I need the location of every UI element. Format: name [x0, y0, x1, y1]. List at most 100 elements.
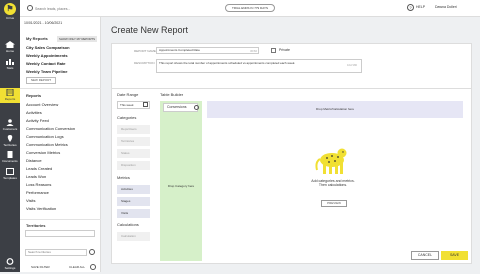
report-item[interactable]: Communication Metrics: [26, 142, 68, 147]
category-chip[interactable]: Disposition: [117, 161, 150, 170]
report-name-label: REPORT NAME: [134, 49, 156, 53]
date-range-title: Date Range: [117, 92, 139, 97]
category-chip[interactable]: Status: [117, 149, 150, 158]
territories-icon: [7, 135, 13, 142]
divider: [20, 219, 101, 220]
report-item[interactable]: Conversion Metrics: [26, 150, 60, 155]
top-bar: TRIAL ENDS IN 779 DAYS ? HELP Dawna Doll…: [20, 0, 480, 17]
nav-label: Cirrus: [6, 16, 14, 20]
description-label: DESCRIPTION: [134, 61, 155, 65]
category-drop-zone[interactable]: [160, 101, 202, 261]
cancel-button[interactable]: CANCEL: [411, 251, 439, 260]
territory-add-icon[interactable]: [89, 249, 95, 255]
category-chip[interactable]: Reps/Users: [117, 125, 150, 134]
calculations-title: Calculations: [117, 222, 139, 227]
conversion-chip[interactable]: Conversions: [163, 103, 199, 112]
nav-item-documents[interactable]: Documents: [0, 150, 20, 165]
save-button[interactable]: SAVE: [441, 251, 468, 260]
divider: [20, 88, 101, 89]
territory-search-field[interactable]: Search territories: [25, 249, 87, 256]
metric-chip[interactable]: Activities: [117, 185, 150, 194]
nav-item-stats[interactable]: Stats: [0, 57, 20, 72]
my-report-item[interactable]: Weekly Appointments: [26, 53, 68, 58]
report-name-count: 30/60: [250, 49, 257, 53]
nav-label: Territories: [3, 143, 17, 147]
metric-drop-zone[interactable]: Drop Metric/Calculation here: [207, 101, 463, 118]
description-input[interactable]: This report shows the total number of ap…: [156, 59, 362, 73]
territory-filter-field[interactable]: [25, 230, 95, 237]
page-title: Create New Report: [111, 25, 189, 35]
help-icon[interactable]: ?: [407, 4, 414, 11]
category-chip[interactable]: Territories: [117, 137, 150, 146]
nav-label: Stats: [6, 66, 14, 70]
templates-icon: [6, 168, 14, 175]
report-item[interactable]: Activity Feed: [26, 118, 49, 123]
nav-item-customers[interactable]: Customers: [0, 118, 20, 133]
home-icon: [5, 41, 15, 48]
conversion-chip-label: Conversions: [167, 105, 187, 109]
calculation-chip[interactable]: Calculation: [117, 232, 150, 241]
private-label: Private: [279, 48, 290, 52]
report-builder: Date Range This week Categories Reps/Use…: [111, 88, 472, 264]
nav-item-reports[interactable]: Reports: [0, 88, 20, 103]
nav-rail: ⚑ Cirrus Home Stats Reports Customers Te…: [0, 0, 20, 272]
nav-label: Settings: [4, 266, 16, 270]
user-name[interactable]: Dawna Dolleri: [435, 5, 457, 9]
report-item[interactable]: Account Overview: [26, 102, 58, 107]
clear-all-button[interactable]: CLEAR ALL: [69, 265, 85, 269]
reports-sidebar: 10/01/2021 - 10/06/2021 My Reports SHOW …: [20, 17, 101, 272]
nav-label: Reports: [4, 97, 16, 101]
gear-icon: [6, 258, 14, 265]
report-item[interactable]: Leads Created: [26, 166, 52, 171]
nav-item-settings[interactable]: Settings: [0, 257, 20, 272]
preview-button[interactable]: PREVIEW: [321, 200, 347, 207]
nav-item-home[interactable]: Home: [0, 40, 20, 55]
nav-label: Customers: [2, 127, 18, 131]
report-name-input[interactable]: Appointments Completed Rate: [156, 47, 259, 54]
calendar-icon[interactable]: [143, 102, 148, 107]
save-filter-button[interactable]: SAVE FILTER: [31, 265, 50, 269]
new-report-button[interactable]: NEW REPORT: [26, 77, 56, 84]
nav-item-cirrus[interactable]: Cirrus: [0, 16, 20, 31]
metric-chip[interactable]: Stages: [117, 197, 150, 206]
nav-label: Home: [5, 49, 14, 53]
search-input[interactable]: [35, 4, 125, 13]
report-item[interactable]: Communication Logs: [26, 134, 64, 139]
empty-state-text: Add categories and metrics. Then calcula…: [311, 179, 355, 187]
options-icon[interactable]: [90, 264, 96, 270]
sidebar-footer: SAVE FILTER CLEAR ALL: [25, 264, 97, 274]
trial-badge[interactable]: TRIAL ENDS IN 779 DAYS: [225, 4, 275, 12]
customers-icon: [6, 119, 14, 126]
report-item[interactable]: Visits: [26, 198, 35, 203]
cheetah-illustration-icon: [315, 148, 347, 174]
nav-item-templates[interactable]: Templates: [0, 167, 20, 182]
my-reports-title: My Reports: [26, 36, 48, 41]
nav-item-territories[interactable]: Territories: [0, 134, 20, 149]
report-item[interactable]: Activities: [26, 110, 42, 115]
cirrus-logo-icon[interactable]: ⚑: [4, 3, 16, 15]
main-content: Create New Report REPORT NAME Appointmen…: [101, 17, 480, 272]
report-details-form: REPORT NAME Appointments Completed Rate …: [111, 43, 472, 93]
metrics-title: Metrics: [117, 175, 130, 180]
stats-icon: [6, 59, 14, 65]
my-report-item[interactable]: Weekly Team Pipeline: [26, 69, 67, 74]
show-only-my-reports-button[interactable]: SHOW ONLY MY REPORTS: [57, 36, 97, 42]
description-count: 102/180: [347, 63, 358, 67]
nav-label: Templates: [3, 176, 17, 180]
date-range[interactable]: 10/01/2021 - 10/06/2021: [24, 21, 62, 25]
private-checkbox[interactable]: [271, 48, 276, 53]
reports-title: Reports: [26, 93, 42, 98]
search-icon: [27, 5, 33, 11]
my-report-item[interactable]: Weekly Contact Rate: [26, 61, 66, 66]
report-item[interactable]: Loss Reasons: [26, 182, 51, 187]
close-icon[interactable]: [194, 105, 199, 110]
help-link[interactable]: HELP: [416, 5, 425, 9]
table-builder-title: Table Builder: [160, 92, 184, 97]
metric-chip[interactable]: Visits: [117, 209, 150, 218]
report-item[interactable]: Distance: [26, 158, 42, 163]
report-item[interactable]: Visits Verification: [26, 206, 56, 211]
report-item[interactable]: Leads Won: [26, 174, 46, 179]
report-item[interactable]: Communication Conversion: [26, 126, 75, 131]
report-item[interactable]: Performance: [26, 190, 49, 195]
my-report-item[interactable]: City Sales Comparison: [26, 45, 70, 50]
